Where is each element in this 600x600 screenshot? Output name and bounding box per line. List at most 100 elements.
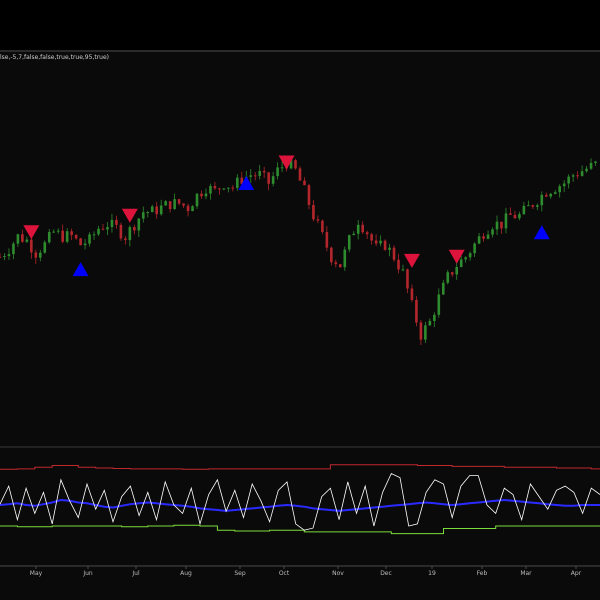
candle-body xyxy=(428,320,432,326)
candle-body xyxy=(294,160,297,169)
candle-body xyxy=(491,229,494,235)
candle-body xyxy=(401,269,405,271)
candle-body xyxy=(388,247,391,250)
candle-body xyxy=(473,243,476,254)
candle-body xyxy=(415,299,418,323)
candle-body xyxy=(222,188,226,190)
candle-body xyxy=(200,193,203,197)
price-chart: lse,-5,7,false,false,true,true,95,true) … xyxy=(0,50,600,600)
time-axis-tick-label: Nov xyxy=(332,570,344,577)
candle-body xyxy=(177,199,181,204)
candle-body xyxy=(325,231,329,248)
candle-body xyxy=(3,256,6,258)
study-label: lse,-5,7,false,false,true,true,95,true) xyxy=(0,54,109,61)
time-axis-tick-label: Jun xyxy=(82,570,93,577)
time-axis-tick-label: Oct xyxy=(279,570,290,577)
candle-body xyxy=(79,238,82,246)
candle-body xyxy=(406,269,409,289)
candle-body xyxy=(38,252,42,258)
candle-body xyxy=(446,272,450,283)
candle-body xyxy=(65,231,69,242)
candle-body xyxy=(513,214,517,219)
candle-body xyxy=(562,183,566,187)
candle-body xyxy=(522,205,526,215)
candle-body xyxy=(106,227,109,230)
candle-body xyxy=(182,203,185,206)
candle-body xyxy=(437,294,441,315)
candle-body xyxy=(133,227,136,231)
candle-body xyxy=(580,171,584,176)
candle-body xyxy=(21,234,24,242)
candle-body xyxy=(527,205,530,207)
candle-body xyxy=(83,243,87,246)
candle-body xyxy=(540,194,544,206)
candle-body xyxy=(195,193,199,207)
candle-body xyxy=(518,214,521,219)
candle-body xyxy=(249,175,253,177)
candle-body xyxy=(482,236,485,239)
candle-body xyxy=(128,227,132,241)
candle-body xyxy=(307,185,311,205)
candle-body xyxy=(70,231,73,235)
candle-body xyxy=(30,239,33,253)
candle-body xyxy=(594,161,597,163)
candle-body xyxy=(56,230,60,232)
candle-body xyxy=(12,243,15,255)
candle-body xyxy=(450,272,454,275)
candle-body xyxy=(486,234,490,239)
time-axis-tick-label: Apr xyxy=(571,570,582,577)
candle-body xyxy=(150,206,154,213)
time-axis-tick-label: Dec xyxy=(380,570,392,577)
candle-body xyxy=(276,167,279,177)
candle-body xyxy=(218,188,221,190)
candle-body xyxy=(356,224,360,234)
candle-body xyxy=(168,201,172,209)
candle-body xyxy=(191,206,194,212)
time-axis-tick-label: Sep xyxy=(234,570,246,577)
candle-body xyxy=(531,205,535,207)
candle-body xyxy=(383,240,387,250)
candle-body xyxy=(500,221,503,229)
candle-body xyxy=(74,234,78,239)
candle-body xyxy=(267,172,270,184)
time-axis-tick-label: Jul xyxy=(131,570,140,577)
time-axis-tick-label: Aug xyxy=(180,570,192,577)
candle-body xyxy=(468,253,472,258)
candle-body xyxy=(504,213,508,229)
candle-body xyxy=(441,282,445,295)
candle-body xyxy=(110,219,114,228)
candle-body xyxy=(271,176,275,184)
candle-body xyxy=(459,259,463,268)
candle-body xyxy=(433,314,436,321)
candle-body xyxy=(370,234,373,241)
candle-body xyxy=(186,205,190,212)
candle-body xyxy=(115,219,118,225)
candle-body xyxy=(321,220,324,232)
candle-body xyxy=(97,228,100,235)
candle-body xyxy=(334,262,338,265)
candle-body xyxy=(509,213,512,215)
candle-body xyxy=(209,186,212,194)
candle-body xyxy=(374,240,378,244)
candle-body xyxy=(361,224,364,233)
candle-body xyxy=(25,239,29,242)
candle-body xyxy=(101,228,105,230)
time-axis-tick-label: May xyxy=(30,570,43,577)
candle-body xyxy=(47,231,51,243)
candle-body xyxy=(34,252,38,258)
candle-body xyxy=(258,171,262,176)
candle-body xyxy=(236,177,239,188)
candle-body xyxy=(61,230,64,242)
candle-body xyxy=(343,249,347,268)
candle-body xyxy=(92,234,96,236)
candle-body xyxy=(585,168,588,172)
candle-body xyxy=(567,176,570,184)
candle-body xyxy=(52,231,56,233)
candle-body xyxy=(477,236,481,244)
candle-body xyxy=(155,206,159,215)
candle-body xyxy=(164,201,167,206)
candle-body xyxy=(312,204,315,220)
candle-body xyxy=(43,242,47,253)
chart-background xyxy=(0,50,600,600)
candle-body xyxy=(303,180,306,186)
